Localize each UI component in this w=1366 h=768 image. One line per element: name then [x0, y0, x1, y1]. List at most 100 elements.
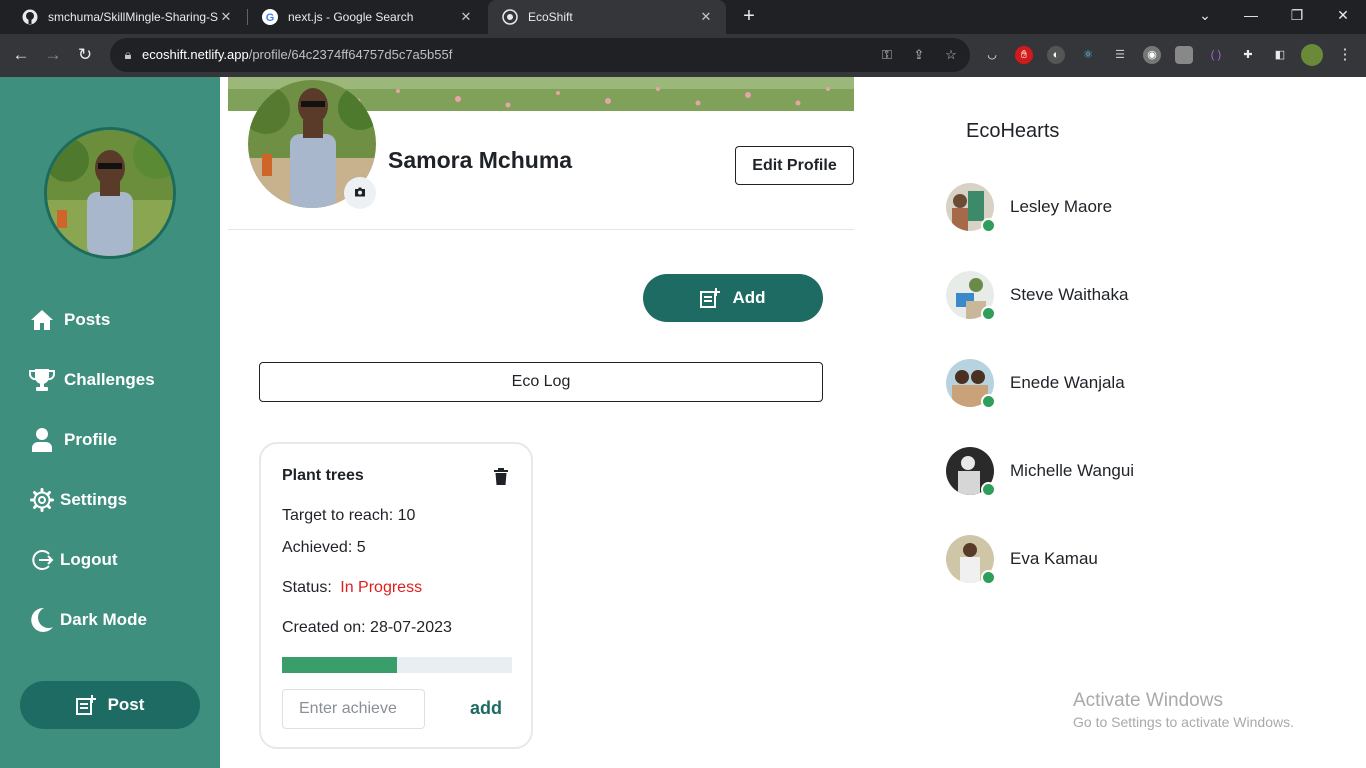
add-achieve-link[interactable]: add: [470, 698, 502, 719]
user-icon: [28, 426, 56, 454]
logout-icon: [28, 546, 56, 574]
extension-react-icon[interactable]: ⚛: [1079, 46, 1097, 64]
trash-icon[interactable]: [493, 468, 509, 486]
achieve-input[interactable]: [282, 689, 425, 729]
card-title: Plant trees: [282, 467, 364, 484]
reload-icon[interactable]: ↻: [70, 40, 100, 70]
share-icon[interactable]: ⇪: [910, 46, 928, 64]
sidebar-item-challenges[interactable]: Challenges: [28, 365, 155, 395]
browser-toolbar: ← → ↻ 🔒︎ ecoshift.netlify.app/profile/64…: [0, 34, 1366, 77]
sidebar: Posts Challenges Profile Settings Logout…: [0, 77, 220, 768]
profile-divider: [228, 229, 854, 230]
progress-bar-fill: [282, 657, 397, 673]
post-button-label: Post: [107, 695, 145, 714]
add-eco-log-button[interactable]: Add: [643, 274, 823, 322]
friend-item[interactable]: Michelle Wangui: [946, 447, 1246, 497]
home-icon: [28, 306, 56, 334]
tab-title: smchuma/SkillMingle-Sharing-S: [48, 10, 218, 24]
url-path: /profile/64c2374ff64757d5c7a5b55f: [248, 47, 453, 62]
key-icon[interactable]: ⚿: [878, 46, 896, 64]
online-status-indicator: [981, 394, 996, 409]
browser-tab-github[interactable]: smchuma/SkillMingle-Sharing-S ✕: [8, 0, 246, 34]
achieved-text: Achieved: 5: [282, 539, 366, 556]
back-icon[interactable]: ←: [6, 40, 36, 70]
restore-icon[interactable]: ❐: [1274, 0, 1320, 30]
tab-title: EcoShift: [528, 10, 573, 24]
kebab-menu-icon[interactable]: ⋮: [1336, 46, 1354, 64]
sidebar-item-logout[interactable]: Logout: [28, 545, 118, 575]
side-panel-icon[interactable]: ◧: [1271, 46, 1289, 64]
extension-dark-reader-icon[interactable]: ◐: [1047, 46, 1065, 64]
sidebar-item-label: Challenges: [64, 370, 155, 389]
moon-icon: [28, 606, 56, 634]
friend-item[interactable]: Enede Wanjala: [946, 359, 1246, 409]
watermark-line-2: Go to Settings to activate Windows.: [1073, 714, 1294, 730]
minimize-icon[interactable]: —: [1228, 0, 1274, 30]
sidebar-avatar: [44, 127, 176, 259]
edit-profile-button[interactable]: Edit Profile: [735, 146, 854, 185]
progress-bar: [282, 657, 512, 673]
close-tab-icon[interactable]: ✕: [458, 9, 474, 25]
eco-log-card: Plant trees Target to reach: 10 Achieved…: [259, 442, 533, 749]
trophy-icon: [28, 366, 56, 394]
change-photo-button[interactable]: [344, 177, 376, 209]
sidebar-item-label: Posts: [64, 310, 111, 329]
forward-icon[interactable]: →: [38, 40, 68, 70]
sidebar-item-label: Dark Mode: [60, 610, 147, 629]
lock-icon[interactable]: 🔒︎: [119, 46, 137, 64]
browser-tab-google[interactable]: G next.js - Google Search ✕: [248, 0, 486, 34]
status-badge: In Progress: [340, 579, 423, 596]
address-bar[interactable]: 🔒︎ ecoshift.netlify.app/profile/64c2374f…: [110, 38, 970, 72]
friend-name: Steve Waithaka: [1010, 285, 1129, 304]
close-tab-icon[interactable]: ✕: [218, 9, 234, 25]
eco-log-tab[interactable]: Eco Log: [259, 362, 823, 402]
post-button[interactable]: Post: [20, 681, 200, 729]
sidebar-item-posts[interactable]: Posts: [28, 305, 110, 335]
extension-square-icon[interactable]: [1175, 46, 1193, 64]
new-tab-icon[interactable]: +: [738, 5, 760, 27]
friend-item[interactable]: Eva Kamau: [946, 535, 1246, 585]
github-icon: [22, 9, 38, 25]
friend-item[interactable]: Lesley Maore: [946, 183, 1246, 233]
sidebar-item-profile[interactable]: Profile: [28, 425, 117, 455]
sidebar-item-settings[interactable]: Settings: [28, 485, 127, 515]
watermark-line-1: Activate Windows: [1073, 690, 1223, 711]
svg-text:G: G: [266, 12, 275, 24]
extension-mask-icon[interactable]: ◡: [983, 46, 1001, 64]
gear-icon: [28, 486, 56, 514]
sidebar-item-dark-mode[interactable]: Dark Mode: [28, 605, 147, 635]
status-line: Status: In Progress: [282, 579, 422, 597]
url-text: ecoshift.netlify.app/profile/64c2374ff64…: [142, 47, 452, 62]
activate-windows-watermark: Activate Windows Go to Settings to activ…: [1073, 690, 1294, 730]
browser-tab-ecoshift[interactable]: EcoShift ✕: [488, 0, 726, 34]
extension-lines-icon[interactable]: ☰: [1111, 46, 1129, 64]
friend-name: Eva Kamau: [1010, 549, 1098, 568]
friend-name: Enede Wanjala: [1010, 373, 1125, 392]
extension-brackets-icon[interactable]: ( ): [1207, 46, 1225, 64]
friend-name: Lesley Maore: [1010, 197, 1113, 216]
online-status-indicator: [981, 570, 996, 585]
star-icon[interactable]: ☆: [942, 46, 960, 64]
browser-tab-bar: smchuma/SkillMingle-Sharing-S ✕ G next.j…: [0, 0, 1366, 34]
ecoshift-icon: [502, 9, 518, 25]
sidebar-item-label: Logout: [60, 550, 118, 569]
online-status-indicator: [981, 306, 996, 321]
google-icon: G: [262, 9, 278, 25]
extension-eyes-icon[interactable]: ◉: [1143, 46, 1161, 64]
created-date: Created on: 28-07-2023: [282, 619, 452, 636]
tab-title: next.js - Google Search: [288, 10, 414, 24]
extensions-puzzle-icon[interactable]: ✚: [1239, 46, 1257, 64]
browser-profile-avatar[interactable]: [1301, 44, 1323, 66]
add-button-label: Add: [732, 288, 766, 307]
online-status-indicator: [981, 482, 996, 497]
sidebar-item-label: Profile: [64, 430, 117, 449]
friend-name: Michelle Wangui: [1010, 461, 1135, 480]
close-window-icon[interactable]: ✕: [1320, 0, 1366, 30]
close-tab-icon[interactable]: ✕: [698, 9, 714, 25]
sidebar-item-label: Settings: [60, 490, 128, 509]
post-add-icon: [700, 288, 721, 308]
tab-search-icon[interactable]: ⌄: [1182, 0, 1228, 30]
friend-item[interactable]: Steve Waithaka: [946, 271, 1246, 321]
extension-hand-icon[interactable]: ✋︎: [1015, 46, 1033, 64]
camera-icon: [354, 184, 366, 202]
